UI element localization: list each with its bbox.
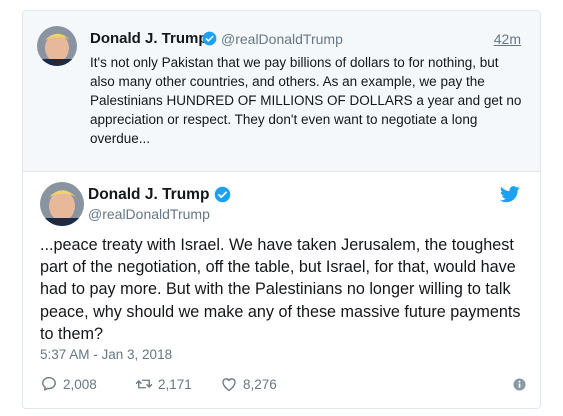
retweet-button[interactable]: 2,171 (135, 374, 192, 394)
retweet-count: 2,171 (158, 376, 192, 392)
tweet-actions: 2,008 2,171 8,276 (40, 374, 530, 394)
parent-header: Donald J. Trump @realDonaldTrump 42m (90, 29, 530, 49)
reply-button[interactable]: 2,008 (40, 374, 97, 394)
parent-tweet-text: It's not only Pakistan that we pay billi… (90, 55, 522, 146)
reply-icon (42, 376, 56, 391)
verified-badge-icon (202, 31, 217, 46)
twitter-bird-icon[interactable] (500, 186, 520, 203)
like-button[interactable]: 8,276 (220, 374, 277, 394)
parent-avatar[interactable] (37, 26, 77, 66)
main-author-handle[interactable]: @realDonaldTrump (88, 206, 210, 222)
tweet-timestamp[interactable]: 5:37 AM - Jan 3, 2018 (40, 347, 172, 362)
heart-icon (222, 378, 236, 392)
main-tweet-text: ...peace treaty with Israel. We have tak… (40, 236, 521, 343)
parent-author-handle[interactable]: @realDonaldTrump (221, 31, 343, 47)
verified-badge-icon (214, 186, 231, 203)
info-icon[interactable] (513, 378, 526, 391)
parent-timestamp-link[interactable]: 42m (494, 31, 521, 47)
retweet-icon (135, 379, 153, 389)
parent-tweet[interactable]: Donald J. Trump @realDonaldTrump 42m It'… (23, 11, 540, 172)
main-avatar[interactable] (40, 182, 84, 226)
parent-author-name[interactable]: Donald J. Trump (90, 30, 208, 47)
main-author-name[interactable]: Donald J. Trump (88, 186, 209, 204)
like-count: 8,276 (243, 376, 277, 392)
reply-count: 2,008 (63, 376, 97, 392)
